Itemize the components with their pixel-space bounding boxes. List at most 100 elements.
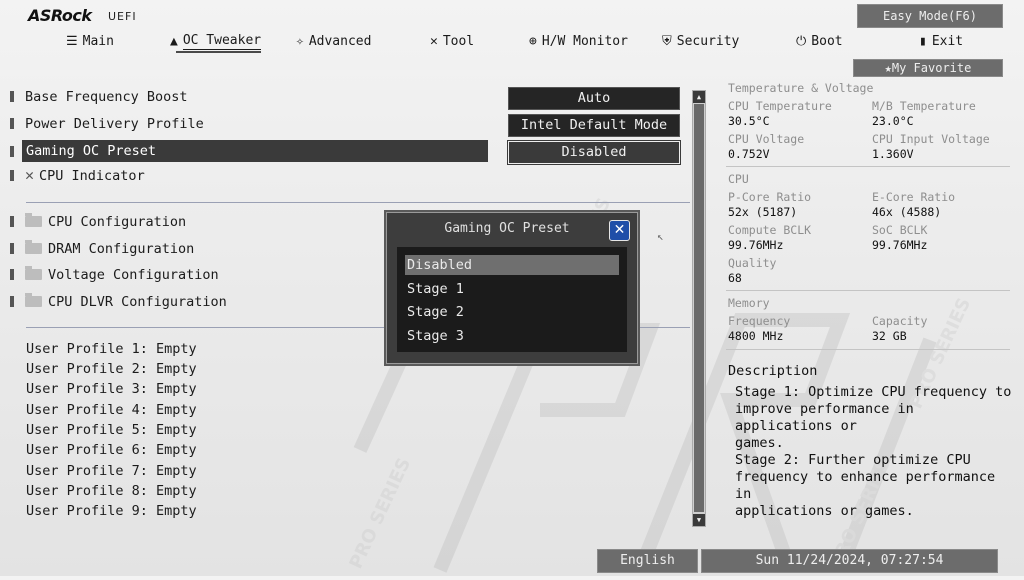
tab-hw-monitor[interactable]: ⊕ H/W Monitor [529, 30, 628, 52]
monitor-icon: ⊕ [529, 33, 537, 49]
svg-text:PRO SERIES: PRO SERIES [345, 455, 415, 572]
bullet-icon [10, 269, 14, 280]
easy-mode-button[interactable]: Easy Mode(F6) [857, 4, 1003, 28]
bullet-icon [10, 146, 14, 157]
memory-capacity-label: Capacity [872, 314, 928, 328]
language-button[interactable]: English [597, 549, 698, 573]
menu-item-dram-configuration[interactable]: DRAM Configuration [10, 238, 194, 260]
folder-icon [25, 293, 42, 307]
soc-bclk-value: 99.76MHz [872, 238, 928, 252]
user-profile-6[interactable]: User Profile 6: Empty [26, 442, 197, 458]
gaming-oc-preset-dialog: Gaming OC Preset ✕ Disabled Stage 1 Stag… [386, 212, 638, 364]
user-profile-9[interactable]: User Profile 9: Empty [26, 503, 197, 519]
gaming-oc-preset-value[interactable]: Disabled [508, 141, 680, 164]
base-frequency-boost-value[interactable]: Auto [508, 87, 680, 110]
exit-icon: ▮ [919, 33, 927, 49]
bullet-icon [10, 91, 14, 102]
option-disabled[interactable]: Disabled [405, 255, 619, 275]
close-icon[interactable]: ✕ [609, 220, 630, 241]
user-profile-4[interactable]: User Profile 4: Empty [26, 402, 197, 418]
panel-divider [726, 290, 1010, 291]
user-profile-2[interactable]: User Profile 2: Empty [26, 361, 197, 377]
cpu-input-voltage-label: CPU Input Voltage [872, 132, 990, 146]
user-profile-7[interactable]: User Profile 7: Empty [26, 463, 197, 479]
menu-item-cpu-configuration[interactable]: CPU Configuration [10, 211, 186, 233]
temperature-voltage-header: Temperature & Voltage [728, 81, 874, 95]
tools-icon: ✕ [430, 33, 438, 49]
bullet-icon [10, 118, 14, 129]
e-core-ratio-value: 46x (4588) [872, 205, 942, 219]
bullet-icon [10, 170, 14, 181]
my-favorite-button[interactable]: ★My Favorite [853, 59, 1003, 77]
tab-boot[interactable]: ⏻ Boot [796, 30, 843, 52]
cpu-temperature-label: CPU Temperature [728, 99, 832, 113]
tab-advanced[interactable]: ✧ Advanced [296, 30, 371, 52]
mouse-cursor-icon: ↖ [657, 230, 664, 243]
menu-item-gaming-oc-preset[interactable]: Gaming OC Preset [10, 140, 488, 162]
scroll-up-icon[interactable]: ▲ [693, 91, 705, 103]
power-delivery-profile-value[interactable]: Intel Default Mode [508, 114, 680, 137]
memory-header: Memory [728, 296, 770, 310]
shield-icon: ⛨ [662, 33, 672, 49]
memory-frequency-label: Frequency [728, 314, 791, 328]
compute-bclk-label: Compute BCLK [728, 223, 812, 237]
cpu-input-voltage-value: 1.360V [872, 147, 914, 161]
e-core-ratio-label: E-Core Ratio [872, 190, 956, 204]
asrock-logo: ASRock [28, 6, 92, 25]
uefi-label: UEFI [108, 10, 137, 23]
menu-item-cpu-dlvr-configuration[interactable]: CPU DLVR Configuration [10, 291, 227, 313]
section-divider [26, 202, 690, 203]
menu-item-cpu-indicator[interactable]: ✕ CPU Indicator [10, 164, 145, 186]
p-core-ratio-value: 52x (5187) [728, 205, 798, 219]
tab-main[interactable]: ☰ Main [66, 30, 114, 52]
cpu-header: CPU [728, 172, 749, 186]
tools-icon: ✕ [25, 166, 35, 184]
folder-icon [25, 266, 42, 280]
tab-exit[interactable]: ▮ Exit [919, 30, 963, 52]
description-title: Description [728, 363, 818, 379]
bullet-icon [10, 296, 14, 307]
option-stage-2[interactable]: Stage 2 [405, 302, 619, 322]
memory-frequency-value: 4800 MHz [728, 329, 784, 343]
user-profile-1[interactable]: User Profile 1: Empty [26, 341, 197, 357]
user-profile-3[interactable]: User Profile 3: Empty [26, 381, 197, 397]
scrollbar-thumb[interactable] [694, 104, 704, 512]
list-icon: ☰ [66, 33, 78, 49]
power-icon: ⏻ [796, 33, 807, 49]
user-profile-5[interactable]: User Profile 5: Empty [26, 422, 197, 438]
compute-bclk-value: 99.76MHz [728, 238, 784, 252]
tab-security[interactable]: ⛨ Security [662, 30, 739, 52]
panel-divider [726, 166, 1010, 167]
menu-item-power-delivery-profile[interactable]: Power Delivery Profile [10, 113, 204, 135]
folder-icon [25, 213, 42, 227]
tab-oc-tweaker[interactable]: ▲ OC Tweaker [170, 30, 262, 53]
scrollbar[interactable]: ▲ ▼ [692, 90, 706, 527]
option-list: Disabled Stage 1 Stage 2 Stage 3 [397, 247, 627, 352]
bullet-icon [10, 243, 14, 254]
user-profile-8[interactable]: User Profile 8: Empty [26, 483, 197, 499]
option-stage-3[interactable]: Stage 3 [405, 326, 619, 346]
star-icon: ★ [884, 61, 892, 75]
tab-tool[interactable]: ✕ Tool [430, 30, 474, 52]
cpu-voltage-value: 0.752V [728, 147, 770, 161]
quality-value: 68 [728, 271, 742, 285]
datetime-display: Sun 11/24/2024, 07:27:54 [701, 549, 998, 573]
menu-item-voltage-configuration[interactable]: Voltage Configuration [10, 264, 219, 286]
rocket-icon: ▲ [170, 33, 178, 49]
memory-capacity-value: 32 GB [872, 329, 907, 343]
bullet-icon [10, 216, 14, 227]
description-text: Stage 1: Optimize CPU frequency to impro… [735, 384, 1012, 519]
mb-temperature-value: 23.0°C [872, 114, 914, 128]
option-stage-1[interactable]: Stage 1 [405, 279, 619, 299]
quality-label: Quality [728, 256, 777, 270]
scroll-down-icon[interactable]: ▼ [693, 514, 705, 526]
p-core-ratio-label: P-Core Ratio [728, 190, 812, 204]
dialog-title: Gaming OC Preset [444, 221, 570, 236]
cpu-voltage-label: CPU Voltage [728, 132, 805, 146]
folder-icon [25, 240, 42, 254]
panel-divider [726, 349, 1010, 350]
mb-temperature-label: M/B Temperature [872, 99, 976, 113]
cpu-temperature-value: 30.5°C [728, 114, 770, 128]
star-icon: ✧ [296, 33, 304, 49]
menu-item-base-frequency-boost[interactable]: Base Frequency Boost [10, 86, 188, 108]
